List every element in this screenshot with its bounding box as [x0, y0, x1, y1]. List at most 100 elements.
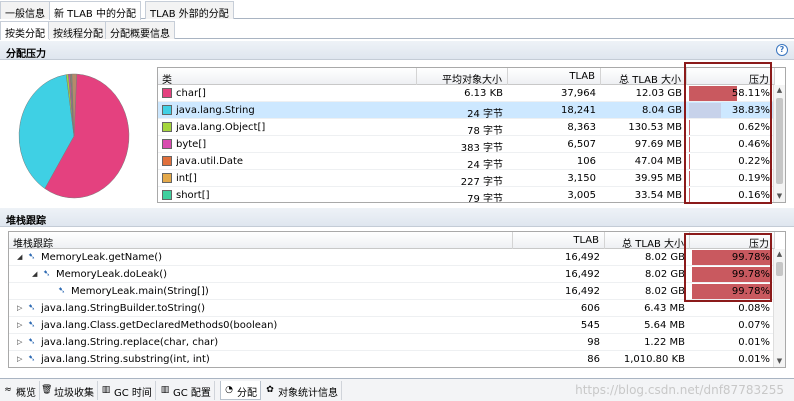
table-row[interactable]: java.util.Date 24 字节 106 47.04 MB 0.22% [158, 153, 775, 170]
total-tlab-size: 33.54 MB [634, 190, 682, 201]
tree-row[interactable]: ▷ ➷ java.lang.Class.getDeclaredMethods0(bo… [9, 317, 775, 334]
tree-row[interactable]: ◢ ➷ MemoryLeak.doLeak() 16,492 8.02 GB 99.78% [9, 266, 775, 283]
expander-icon[interactable]: ▷ [17, 304, 22, 312]
tlab-count: 6,507 [567, 139, 596, 150]
bottom-tab-label: 概览 [16, 388, 36, 399]
total-tlab-size: 5.64 MB [644, 320, 685, 331]
table-row[interactable]: short[] 79 字节 3,005 33.54 MB 0.16% [158, 187, 775, 202]
expander-icon[interactable]: ▷ [17, 338, 22, 346]
tab-by-thread[interactable]: 按线程分配 [48, 21, 108, 40]
stack-trace-table: 堆栈跟踪 TLAB 总 TLAB 大小 压力 ◢ ➷ MemoryLeak.getN… [8, 231, 786, 368]
class-name: java.lang.Object[] [176, 122, 266, 133]
tab-outside-tlab-allocation[interactable]: TLAB 外部的分配 [145, 1, 234, 20]
bottom-tab-gc-time[interactable]: ▥ GC 时间 [98, 381, 156, 400]
pressure-cell: 0.07% [690, 317, 775, 334]
total-tlab-size: 130.53 MB [628, 122, 682, 133]
table-row[interactable]: int[] 227 字节 3,150 39.95 MB 0.19% [158, 170, 775, 187]
bottom-tab-label: 垃圾收集 [54, 388, 94, 399]
color-swatch [162, 105, 172, 115]
tree-row[interactable]: ▷ ➷ java.lang.StringBuilder.toString() 606 6… [9, 300, 775, 317]
object-stats-icon: ✿ [266, 385, 274, 395]
scroll-down-icon[interactable]: ▼ [774, 356, 785, 367]
method-icon: ➷ [58, 286, 66, 296]
expander-icon[interactable]: ▷ [17, 355, 22, 363]
bottom-tab-label: GC 配置 [173, 388, 211, 399]
class-table-header: 类 平均对象大小 TLAB 总 TLAB 大小 压力 [158, 68, 775, 85]
scroll-up-icon[interactable]: ▲ [774, 249, 785, 260]
bottom-tab-object-stats[interactable]: ✿ 对象统计信息 [262, 381, 342, 400]
bottom-tab-label: GC 时间 [114, 388, 152, 399]
class-name: java.util.Date [176, 156, 244, 167]
tab-general-info[interactable]: 一般信息 [0, 1, 50, 20]
tlab-count: 106 [576, 156, 596, 167]
method-icon: ➷ [28, 337, 36, 347]
avg-size: 78 字节 [467, 126, 503, 136]
tree-row[interactable]: ➷ MemoryLeak.main(String[]) 16,492 8.02 GB 9… [9, 283, 775, 300]
allocation-pressure-header: 分配压力 ? [0, 41, 794, 60]
frame-name: java.lang.String.replace(char, char) [41, 337, 219, 348]
expander-icon[interactable]: ◢ [17, 253, 22, 261]
tlab-count: 3,150 [567, 173, 596, 184]
class-name: int[] [176, 173, 197, 184]
bottom-tab-overview[interactable]: ≈ 概览 [0, 381, 40, 400]
tree-row[interactable]: ◢ ➷ MemoryLeak.getName() 16,492 8.02 GB 99.78… [9, 249, 775, 266]
tree-row[interactable]: ▷ ➷ java.lang.String.replace(char, char) 98… [9, 334, 775, 351]
tlab-count: 545 [580, 320, 600, 331]
col-stack-total-tlab-size[interactable]: 总 TLAB 大小 [605, 232, 690, 249]
color-swatch [162, 122, 172, 132]
class-name: byte[] [176, 139, 207, 150]
col-stack-tlab[interactable]: TLAB [513, 232, 605, 249]
color-swatch [162, 139, 172, 149]
total-tlab-size: 8.02 GB [644, 286, 685, 297]
tlab-count: 86 [587, 354, 600, 365]
frame-name: java.lang.StringBuilder.toString() [41, 303, 206, 314]
tab-by-class[interactable]: 按类分配 [0, 21, 50, 40]
total-tlab-size: 97.69 MB [634, 139, 682, 150]
total-tlab-size: 8.02 GB [644, 269, 685, 280]
scroll-up-icon[interactable]: ▲ [774, 85, 785, 96]
expander-icon[interactable]: ▷ [17, 321, 22, 329]
col-total-tlab-size[interactable]: 总 TLAB 大小 [601, 68, 687, 85]
col-tlab[interactable]: TLAB [508, 68, 601, 85]
bottom-tab-gc-config[interactable]: ▥ GC 配置 [157, 381, 215, 400]
col-class[interactable]: 类 [158, 68, 417, 85]
expander-icon[interactable]: ◢ [32, 270, 37, 278]
stack-trace-header: 堆栈跟踪 [0, 208, 794, 227]
frame-name: MemoryLeak.getName() [41, 252, 163, 263]
scroll-thumb[interactable] [776, 98, 783, 184]
avg-size: 24 字节 [467, 160, 503, 170]
tlab-count: 3,005 [567, 190, 596, 201]
bottom-tab-label: 分配 [237, 388, 257, 399]
tree-row[interactable]: ▷ ➷ java.lang.String.substring(int, int) 86… [9, 351, 775, 367]
total-tlab-size: 6.43 MB [644, 303, 685, 314]
table-row[interactable]: char[] 6.13 KB 37,964 12.03 GB 58.11% [158, 85, 775, 102]
bottom-tab-allocation[interactable]: ◔ 分配 [220, 381, 261, 400]
frame-name: java.lang.String.substring(int, int) [41, 354, 210, 365]
table-row[interactable]: java.lang.Object[] 78 字节 8,363 130.53 MB 0.6… [158, 119, 775, 136]
tab-allocation-summary[interactable]: 分配概要信息 [105, 21, 175, 40]
color-swatch [162, 190, 172, 200]
method-icon: ➷ [28, 303, 36, 313]
tab-new-tlab-allocation[interactable]: 新 TLAB 中的分配 [49, 1, 141, 20]
bottom-tab-label: 对象统计信息 [278, 388, 338, 399]
table-row[interactable]: byte[] 383 字节 6,507 97.69 MB 0.46% [158, 136, 775, 153]
col-stack-trace[interactable]: 堆栈跟踪 [9, 232, 513, 249]
scroll-down-icon[interactable]: ▼ [774, 191, 785, 202]
help-icon[interactable]: ? [776, 44, 788, 56]
col-avg-size[interactable]: 平均对象大小 [417, 68, 508, 85]
trash-icon: 🗑 [41, 385, 53, 395]
tlab-count: 16,492 [565, 286, 600, 297]
color-swatch [162, 173, 172, 183]
frame-name: java.lang.Class.getDeclaredMethods0(bool… [41, 320, 278, 331]
class-table-scrollbar[interactable]: ▲ ▼ [773, 85, 785, 202]
stack-pressure-highlight-box [684, 233, 772, 302]
total-tlab-size: 39.95 MB [634, 173, 682, 184]
table-row[interactable]: java.lang.String 24 字节 18,241 8.04 GB 38.83% [158, 102, 775, 119]
method-icon: ➷ [43, 269, 51, 279]
scroll-thumb[interactable] [776, 262, 783, 276]
gc-config-icon: ▥ [160, 385, 170, 395]
stack-table-scrollbar[interactable]: ▲ ▼ [773, 249, 785, 367]
stack-table-header: 堆栈跟踪 TLAB 总 TLAB 大小 压力 [9, 232, 775, 249]
method-icon: ➷ [28, 252, 36, 262]
bottom-tab-trash[interactable]: 🗑 垃圾收集 [38, 381, 98, 400]
